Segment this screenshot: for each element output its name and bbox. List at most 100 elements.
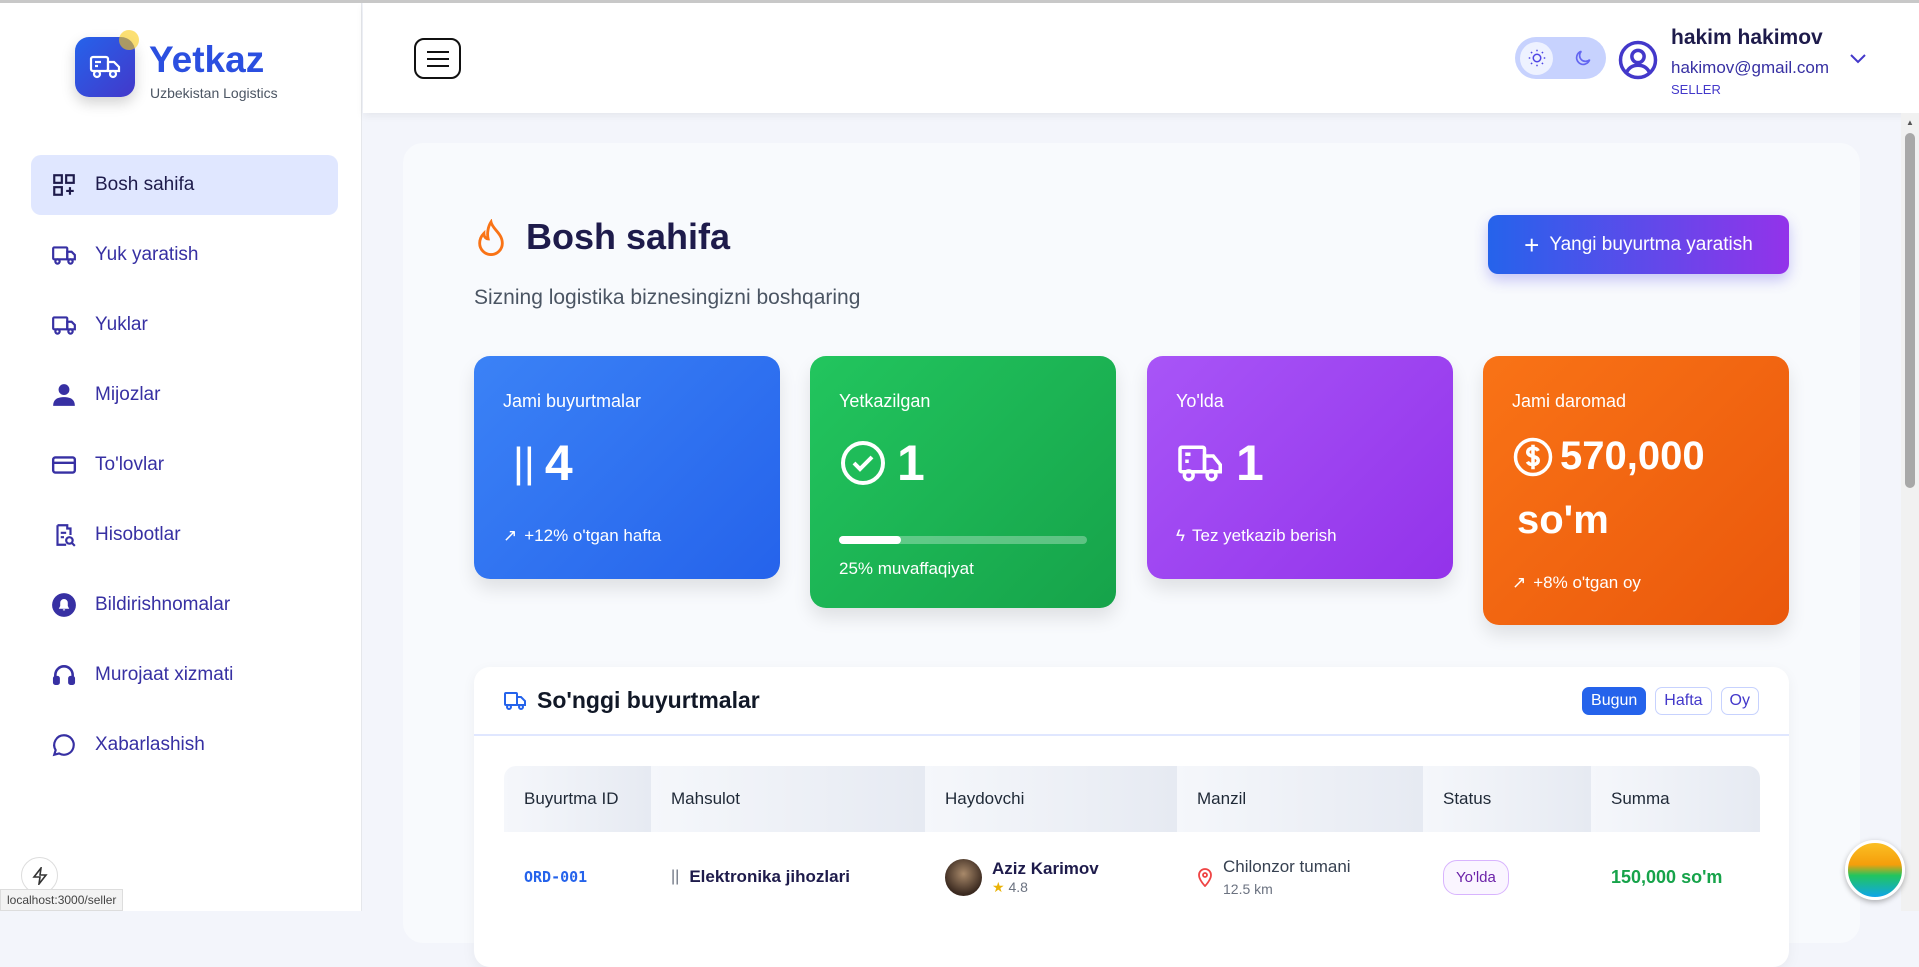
- period-filter: Bugun Hafta Oy: [1582, 687, 1759, 715]
- star-icon: ★: [992, 878, 1005, 895]
- column-header[interactable]: Haydovchi: [925, 766, 1177, 832]
- brand-name: Yetkaz: [149, 39, 265, 80]
- scroll-up-arrow[interactable]: ▲: [1906, 118, 1914, 127]
- orders-table: Buyurtma ID Mahsulot Haydovchi Manzil St…: [504, 766, 1760, 922]
- sidebar-item-mijozlar[interactable]: Mijozlar: [31, 365, 338, 425]
- window-top-border: [0, 0, 1919, 3]
- new-order-button[interactable]: + Yangi buyurtma yaratish: [1488, 215, 1789, 274]
- scrollbar-thumb[interactable]: [1905, 133, 1915, 488]
- sidebar-item-yuklar[interactable]: Yuklar: [31, 295, 338, 355]
- success-progress-bar: [839, 536, 1087, 544]
- sidebar-item-label: Hisobotlar: [95, 524, 181, 545]
- column-header[interactable]: Status: [1423, 766, 1591, 832]
- stat-currency: so'm: [1517, 498, 1609, 542]
- stat-footer: Tez yetkazib berish: [1192, 526, 1337, 545]
- sidebar: Yetkaz Uzbekistan Logistics Bosh sahifa …: [0, 3, 362, 911]
- stat-footer: +8% o'tgan oy: [1533, 573, 1641, 592]
- sidebar-item-bosh-sahifa[interactable]: Bosh sahifa: [31, 155, 338, 215]
- sidebar-item-label: Murojaat xizmati: [95, 664, 234, 685]
- truck-icon: [52, 246, 76, 265]
- user-email: hakimov@gmail.com: [1671, 58, 1830, 77]
- stat-label: Jami buyurtmalar: [503, 391, 642, 411]
- table-row[interactable]: ORD-001 || Elektronika jihozlari Aziz Kar…: [504, 832, 1760, 922]
- user-role: SELLER: [1671, 82, 1721, 97]
- lightning-icon: [31, 866, 48, 885]
- menu-toggle-button[interactable]: [414, 38, 461, 79]
- stat-label: Yetkazilgan: [839, 391, 931, 411]
- product-prefix: ||: [671, 868, 680, 885]
- driver-name: Aziz Karimov: [992, 858, 1099, 878]
- page-subtitle: Sizning logistika biznesingizni boshqari…: [474, 286, 861, 309]
- sidebar-item-murojaat-xizmati[interactable]: Murojaat xizmati: [31, 645, 338, 705]
- stat-value: 1: [897, 435, 925, 491]
- map-pin-icon: [1198, 868, 1212, 887]
- stat-card-delivered: Yetkazilgan 1 25% muvaffaqiyat: [810, 356, 1116, 608]
- truck-icon: [52, 316, 76, 335]
- order-sum: 150,000 so'm: [1611, 866, 1723, 887]
- sidebar-item-tolovlar[interactable]: To'lovlar: [31, 435, 338, 495]
- chevron-down-icon[interactable]: [1848, 51, 1868, 65]
- driver-rating: 4.8: [1008, 878, 1028, 895]
- address: Chilonzor tumani: [1223, 857, 1351, 876]
- sidebar-item-label: Yuk yaratish: [95, 244, 199, 265]
- column-header[interactable]: Manzil: [1177, 766, 1423, 832]
- truck-icon: [1178, 445, 1222, 482]
- progress-fill: [839, 536, 901, 544]
- stat-label: Yo'lda: [1176, 391, 1224, 411]
- top-header: hakim hakimov hakimov@gmail.com SELLER: [363, 3, 1919, 113]
- bell-icon: [52, 593, 76, 617]
- filter-oy[interactable]: Oy: [1720, 687, 1759, 715]
- plus-icon: +: [1524, 229, 1540, 260]
- lightning-icon: ϟ: [1176, 526, 1185, 545]
- sidebar-item-bildirishnomalar[interactable]: Bildirishnomalar: [31, 575, 338, 635]
- stat-card-in-transit: Yo'lda 1 ϟ Tez yetkazib berish: [1147, 356, 1453, 579]
- theme-toggle[interactable]: [1515, 37, 1606, 79]
- sidebar-item-label: Bildirishnomalar: [95, 594, 231, 615]
- product-name: Elektronika jihozlari: [689, 867, 850, 886]
- brand-tagline: Uzbekistan Logistics: [150, 85, 278, 101]
- chat-icon: [52, 734, 75, 757]
- stat-label: Jami daromad: [1512, 391, 1627, 411]
- stat-card-revenue: Jami daromad 570,000 so'm ↗ +8% o'tgan oy: [1483, 356, 1789, 625]
- recent-orders-panel: So'nggi buyurtmalar Bugun Hafta Oy Buyur…: [474, 667, 1789, 967]
- filter-hafta[interactable]: Hafta: [1655, 687, 1712, 715]
- stat-footer: +12% o'tgan hafta: [524, 526, 662, 545]
- user-name[interactable]: hakim hakimov: [1671, 26, 1823, 50]
- filter-bugun[interactable]: Bugun: [1582, 687, 1647, 715]
- dashboard-icon: [53, 174, 75, 196]
- sun-icon: [1520, 41, 1553, 75]
- order-id[interactable]: ORD-001: [524, 868, 587, 886]
- dollar-circle-icon: [1513, 437, 1553, 476]
- sidebar-item-yuk-yaratish[interactable]: Yuk yaratish: [31, 225, 338, 285]
- status-badge: Yo'lda: [1443, 859, 1509, 895]
- user-icon: [53, 384, 75, 406]
- sidebar-item-label: Yuklar: [95, 314, 148, 335]
- column-header[interactable]: Buyurtma ID: [504, 766, 651, 832]
- truck-icon: [504, 691, 526, 710]
- stat-value: 570,000: [1560, 434, 1705, 478]
- status-bar-url: localhost:3000/seller: [0, 889, 124, 911]
- sidebar-item-xabarlashish[interactable]: Xabarlashish: [31, 715, 338, 775]
- trend-up-icon: ↗: [1512, 573, 1527, 592]
- sidebar-item-hisobotlar[interactable]: Hisobotlar: [31, 505, 338, 565]
- stat-footer: 25% muvaffaqiyat: [839, 559, 974, 578]
- column-header[interactable]: Summa: [1591, 766, 1760, 832]
- assistant-avatar-button[interactable]: [1845, 840, 1905, 900]
- dashboard-content: Bosh sahifa Sizning logistika biznesingi…: [403, 143, 1860, 967]
- column-header[interactable]: Mahsulot: [651, 766, 925, 832]
- page-title: Bosh sahifa: [526, 216, 731, 257]
- fire-icon: [478, 219, 504, 256]
- trend-up-icon: ↗: [503, 526, 518, 545]
- stat-value: 4: [544, 435, 573, 491]
- report-icon: [56, 524, 76, 547]
- new-order-label: Yangi buyurtma yaratish: [1549, 233, 1753, 255]
- stat-card-total-orders: Jami buyurtmalar || 4 ↗ +12% o'tgan hafta: [474, 356, 780, 579]
- recent-orders-title: So'nggi buyurtmalar: [537, 687, 760, 713]
- headset-icon: [52, 665, 76, 685]
- table-header: Buyurtma ID Mahsulot Haydovchi Manzil St…: [504, 766, 1760, 832]
- user-circle-icon[interactable]: [1617, 39, 1659, 81]
- driver-avatar: [945, 858, 982, 896]
- logo-dot: [119, 30, 139, 50]
- stat-value: 1: [1236, 435, 1264, 491]
- page-scrollbar[interactable]: ▲: [1901, 113, 1919, 911]
